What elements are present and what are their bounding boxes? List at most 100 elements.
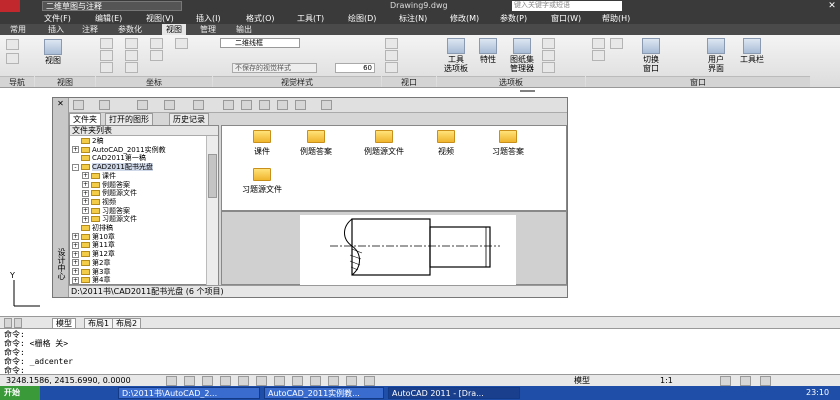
user-interface-button[interactable]: 用户 界面 — [700, 38, 732, 73]
expand-toggle-icon[interactable]: + — [72, 146, 79, 154]
tree-node[interactable]: + 课件 — [82, 172, 116, 181]
tab-view[interactable]: 视图 — [162, 24, 186, 35]
tab-annotate[interactable]: 注释 — [78, 24, 102, 35]
menu-help[interactable]: 帮助(H) — [602, 13, 630, 24]
visual-style-dropdown[interactable]: 二维线框 — [220, 38, 300, 48]
preview-icon[interactable] — [277, 100, 288, 110]
description-icon[interactable] — [295, 100, 306, 110]
tree-node[interactable]: + 第2章 — [72, 259, 110, 268]
expand-toggle-icon[interactable]: + — [82, 189, 89, 197]
switch-window-button[interactable]: 切换 窗口 — [634, 38, 668, 73]
close-icon[interactable]: ✕ — [826, 1, 838, 11]
properties-button[interactable]: 特性 — [474, 38, 502, 64]
tool-palette-button[interactable]: 工具 选项板 — [440, 38, 472, 73]
search-input[interactable]: 键入关键字或短语 — [512, 1, 622, 11]
expand-toggle-icon[interactable]: + — [82, 181, 89, 188]
menu-tools[interactable]: 工具(T) — [297, 13, 324, 24]
tree-node[interactable]: + 例题源文件 — [82, 189, 137, 198]
ortho-toggle[interactable] — [202, 376, 213, 386]
dc-close-icon[interactable]: ✕ — [55, 99, 66, 109]
menu-modify[interactable]: 修改(M) — [450, 13, 479, 24]
up-icon[interactable] — [164, 100, 175, 110]
tab-first-icon[interactable] — [4, 318, 12, 328]
workspace-dropdown[interactable]: 二维草图与注释 — [42, 1, 182, 11]
sheet-set-button[interactable]: 图纸集 管理器 — [505, 38, 539, 73]
ucs-z-icon[interactable] — [125, 62, 138, 73]
tab-prev-icon[interactable] — [14, 318, 22, 328]
viewport-named-icon[interactable] — [385, 50, 398, 61]
ucs-icon[interactable] — [100, 38, 113, 49]
menu-window[interactable]: 窗口(W) — [551, 13, 581, 24]
back-icon[interactable] — [99, 100, 110, 110]
ducs-toggle[interactable] — [274, 376, 285, 386]
task-explorer[interactable]: D:\2011书\AutoCAD_2... — [118, 387, 260, 399]
lineweight-toggle[interactable] — [310, 376, 321, 386]
grid-toggle[interactable] — [184, 376, 195, 386]
viewport-icon[interactable] — [385, 38, 398, 49]
ucs-y-icon[interactable] — [125, 50, 138, 61]
tree-scrollbar[interactable] — [206, 136, 218, 285]
expand-toggle-icon[interactable]: - — [72, 163, 79, 171]
tree-node[interactable]: + 视频 — [82, 198, 116, 207]
tab-folders[interactable]: 文件夹 — [69, 113, 101, 125]
otrack-toggle[interactable] — [256, 376, 267, 386]
tree-node[interactable]: + 第12章 — [72, 250, 115, 259]
unsaved-style-field[interactable]: 不保存的视觉样式 — [232, 63, 317, 73]
forward-icon[interactable] — [137, 100, 148, 110]
expand-toggle-icon[interactable]: + — [72, 268, 79, 275]
tree-node[interactable]: + 第4章 — [72, 276, 110, 285]
ucs-world-icon[interactable] — [100, 50, 113, 61]
tree-node[interactable]: + 习题源文件 — [82, 215, 137, 224]
design-center-icon[interactable] — [542, 38, 555, 49]
sc-toggle[interactable] — [364, 376, 375, 386]
osnap-toggle[interactable] — [238, 376, 249, 386]
expand-toggle-icon[interactable]: + — [82, 215, 89, 223]
toolbar-button[interactable]: 工具栏 — [736, 38, 768, 64]
tab-history[interactable]: 历史记录 — [169, 113, 209, 125]
lock-icon[interactable] — [740, 376, 751, 386]
tree-node[interactable]: 初排稿 — [72, 224, 113, 233]
cascade-icon[interactable] — [592, 50, 605, 61]
ucs-origin-icon[interactable] — [100, 62, 113, 73]
qp-toggle[interactable] — [346, 376, 357, 386]
menu-dimension[interactable]: 标注(N) — [399, 13, 427, 24]
calculator-icon[interactable] — [542, 62, 555, 73]
tab-home[interactable]: 常用 — [6, 24, 30, 35]
task-autocad[interactable]: AutoCAD 2011 - [Dra... — [388, 387, 520, 399]
tile-v-icon[interactable] — [610, 38, 623, 49]
search-icon[interactable] — [193, 100, 204, 110]
start-button[interactable]: 开始 — [0, 386, 40, 400]
menu-view[interactable]: 视图(V) — [146, 13, 174, 24]
zoom-icon[interactable] — [6, 53, 19, 64]
menu-draw[interactable]: 绘图(D) — [348, 13, 376, 24]
tab-output[interactable]: 输出 — [232, 24, 256, 35]
ucs-x-icon[interactable] — [125, 38, 138, 49]
tab-open-drawings[interactable]: 打开的图形 — [105, 113, 153, 125]
expand-toggle-icon[interactable]: + — [72, 276, 79, 284]
markup-icon[interactable] — [542, 50, 555, 61]
tab-parametric[interactable]: 参数化 — [114, 24, 146, 35]
ucs-face-icon[interactable] — [175, 38, 188, 49]
viewport-join-icon[interactable] — [385, 62, 398, 73]
polar-toggle[interactable] — [220, 376, 231, 386]
tab-insert[interactable]: 插入 — [44, 24, 68, 35]
expand-toggle-icon[interactable]: + — [72, 241, 79, 249]
expand-toggle-icon[interactable]: + — [82, 198, 89, 206]
expand-toggle-icon[interactable]: + — [82, 207, 89, 215]
opacity-field[interactable]: 60 — [335, 63, 375, 73]
menu-parametric[interactable]: 参数(P) — [500, 13, 527, 24]
tree-toggle-icon[interactable] — [259, 100, 270, 110]
folder-item[interactable]: 习题源文件 — [222, 168, 302, 195]
expand-toggle-icon[interactable]: + — [72, 259, 79, 267]
ucs-view-icon[interactable] — [150, 38, 163, 49]
ucs-object-icon[interactable] — [150, 50, 163, 61]
expand-toggle-icon[interactable]: + — [82, 172, 89, 180]
workspace-icon[interactable] — [720, 376, 731, 386]
home-icon[interactable] — [241, 100, 252, 110]
dyn-toggle[interactable] — [292, 376, 303, 386]
view-button[interactable]: 视图 — [40, 39, 66, 65]
menu-insert[interactable]: 插入(I) — [196, 13, 221, 24]
menu-edit[interactable]: 编辑(E) — [95, 13, 122, 24]
folder-item[interactable]: 习题答案 — [468, 130, 548, 157]
menu-file[interactable]: 文件(F) — [44, 13, 71, 24]
